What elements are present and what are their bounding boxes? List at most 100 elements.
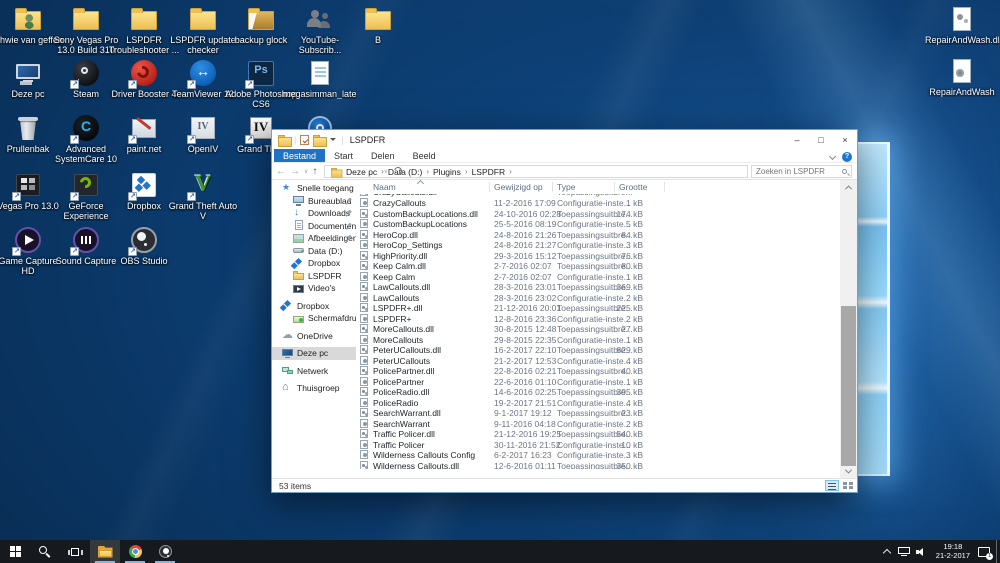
file-row[interactable]: MoreCallouts 29-8-2015 22:35 Configuratie-… bbox=[356, 334, 840, 346]
up-icon[interactable]: ↑ bbox=[312, 166, 317, 177]
nav-item-downloads[interactable]: Downloads bbox=[272, 207, 356, 220]
details-view-button[interactable] bbox=[825, 480, 839, 491]
vertical-scrollbar[interactable] bbox=[840, 180, 857, 478]
taskbar-taskview-button[interactable] bbox=[60, 540, 90, 563]
taskbar-chrome-button[interactable] bbox=[120, 540, 150, 563]
nav-item-lspdfr[interactable]: LSPDFR bbox=[272, 270, 356, 283]
breadcrumb-item-deze-pc[interactable]: Deze pc bbox=[344, 167, 379, 177]
file-row[interactable]: LSPDFR+.dll 21-12-2016 20:01 Toepassingsui… bbox=[356, 303, 840, 314]
file-modified-date: 21-2-2017 12:53 bbox=[494, 355, 557, 366]
file-row[interactable]: Wilderness Callouts.dll 12-6-2016 01:11 To… bbox=[356, 460, 840, 469]
scrollbar-thumb[interactable] bbox=[841, 306, 856, 466]
taskbar-search-button[interactable] bbox=[30, 540, 60, 563]
file-row[interactable]: Keep Calm.dll 2-7-2016 02:07 Toepassingsui… bbox=[356, 261, 840, 272]
column-divider[interactable] bbox=[614, 182, 615, 192]
ribbon-tab-start[interactable]: Start bbox=[325, 149, 362, 162]
file-row[interactable]: Keep Calm 2-7-2016 02:07 Configuratie-inst… bbox=[356, 271, 840, 283]
file-row[interactable]: PoliceRadio 19-2-2017 21:51 Configuratie-i… bbox=[356, 397, 840, 409]
file-row[interactable]: MoreCallouts.dll 30-8-2015 12:48 Toepassin… bbox=[356, 324, 840, 335]
column-divider[interactable] bbox=[664, 182, 665, 192]
file-row[interactable]: PoliceRadio.dll 14-6-2016 02:25 Toepassing… bbox=[356, 387, 840, 398]
desktop-icon-repairandwash[interactable]: RepairAndWash bbox=[925, 57, 999, 97]
file-row[interactable]: PeterUCallouts 21-2-2017 12:53 Configurati… bbox=[356, 355, 840, 367]
nav-item-thuisgroep[interactable]: Thuisgroep bbox=[272, 381, 356, 395]
taskbar-explorer-button[interactable] bbox=[90, 540, 120, 563]
file-row[interactable]: CustomBackupLocations.dll 24-10-2016 02:2… bbox=[356, 208, 840, 220]
nav-item-documenten[interactable]: Documenten bbox=[272, 220, 356, 233]
file-row[interactable]: PolicePartner 22-6-2016 01:10 Configuratie… bbox=[356, 376, 840, 388]
file-row[interactable]: CrazyCallouts 11-2-2016 17:09 Configuratie… bbox=[356, 198, 840, 209]
nav-item-snelle-toegang[interactable]: Snelle toegang bbox=[272, 182, 356, 195]
taskbar-obs-button[interactable] bbox=[150, 540, 180, 563]
column-header-grootte[interactable]: Grootte bbox=[619, 182, 647, 192]
close-button[interactable]: × bbox=[833, 130, 857, 149]
maximize-button[interactable]: □ bbox=[809, 130, 833, 149]
forward-icon[interactable]: → bbox=[290, 166, 300, 177]
nav-item-data-d[interactable]: Data (D:) bbox=[272, 245, 356, 258]
column-header-type[interactable]: Type bbox=[557, 182, 575, 192]
recent-locations-chevron-icon[interactable]: ∨ bbox=[304, 168, 308, 175]
nav-item-afbeeldingen[interactable]: Afbeeldingen bbox=[272, 232, 356, 245]
desktop-icon-megasimman-late[interactable]: megasimman_late... bbox=[283, 59, 357, 99]
file-row[interactable]: LawCallouts 28-3-2016 23:02 Configuratie-i… bbox=[356, 292, 840, 304]
file-row[interactable]: PeterUCallouts.dll 16-2-2017 22:10 Toepass… bbox=[356, 345, 840, 356]
file-name: LSPDFR+ bbox=[373, 313, 412, 324]
ribbon-collapse-chevron-icon[interactable] bbox=[828, 152, 837, 160]
ribbon-tab-bestand[interactable]: Bestand bbox=[274, 149, 326, 162]
nav-item-deze-pc[interactable]: Deze pc bbox=[272, 347, 356, 360]
desktop-icon-grand-theft-auto-v[interactable]: Grand Theft Auto V bbox=[166, 171, 240, 221]
nav-item-video-s[interactable]: Video's bbox=[272, 282, 356, 295]
search-input[interactable] bbox=[752, 166, 851, 177]
properties-icon[interactable] bbox=[300, 134, 310, 145]
desktop-icon-obs-studio[interactable]: OBS Studio bbox=[107, 226, 181, 266]
icons-view-button[interactable] bbox=[841, 480, 855, 491]
column-header-gewijzigd-op[interactable]: Gewijzigd op bbox=[494, 182, 543, 192]
nav-item-netwerk[interactable]: Netwerk bbox=[272, 365, 356, 378]
nav-item-schermafdrukken[interactable]: Schermafdrukken bbox=[272, 312, 356, 325]
file-row[interactable]: LSPDFR+ 12-8-2016 23:36 Configuratie-inste… bbox=[356, 313, 840, 325]
tray-expand-icon[interactable] bbox=[882, 548, 892, 557]
file-row[interactable]: SearchWarrant 9-11-2016 04:18 Configuratie… bbox=[356, 418, 840, 430]
search-icon bbox=[842, 169, 847, 174]
network-icon[interactable] bbox=[897, 546, 910, 557]
column-divider[interactable] bbox=[489, 182, 490, 192]
column-header-naam[interactable]: Naam bbox=[373, 182, 396, 192]
file-row[interactable]: Wilderness Callouts Config 6-2-2017 16:23… bbox=[356, 450, 840, 461]
file-row[interactable]: Traffic Policer.dll 21-12-2016 19:25 Toepa… bbox=[356, 429, 840, 440]
file-row[interactable]: SearchWarrant.dll 9-1-2017 19:12 Toepassin… bbox=[356, 408, 840, 419]
nav-item-bureaublad[interactable]: Bureaublad bbox=[272, 195, 356, 208]
nav-item-dropbox[interactable]: Dropbox bbox=[272, 257, 356, 270]
help-icon[interactable]: ? bbox=[842, 152, 852, 162]
breadcrumb-item-plugins[interactable]: Plugins bbox=[431, 167, 463, 177]
file-row[interactable]: LawCallouts.dll 28-3-2016 23:01 Toepassing… bbox=[356, 282, 840, 293]
desktop-icon-repairandwash-dll[interactable]: RepairAndWash.dll bbox=[925, 5, 999, 45]
breadcrumb-item-lspdfr[interactable]: LSPDFR bbox=[470, 167, 508, 177]
file-row[interactable]: PolicePartner.dll 22-8-2016 02:21 Toepassi… bbox=[356, 366, 840, 377]
taskbar-clock[interactable]: 19:18 21-2-2017 bbox=[936, 542, 970, 560]
column-divider[interactable] bbox=[552, 182, 553, 192]
nav-item-onedrive[interactable]: OneDrive bbox=[272, 328, 356, 343]
desktop-icon-b[interactable]: B bbox=[341, 5, 415, 45]
new-folder-icon[interactable] bbox=[313, 134, 328, 147]
volume-icon[interactable] bbox=[915, 547, 928, 557]
file-modified-date: 29-8-2015 22:35 bbox=[494, 334, 557, 345]
action-center-icon[interactable]: 1 bbox=[978, 546, 993, 560]
refresh-icon[interactable] bbox=[392, 165, 404, 177]
scroll-up-icon[interactable] bbox=[840, 180, 857, 194]
ribbon-tab-beeld[interactable]: Beeld bbox=[404, 149, 445, 162]
qat-customize-chevron-icon[interactable] bbox=[330, 138, 337, 141]
back-icon[interactable]: ← bbox=[276, 166, 286, 177]
address-dropdown-chevron-icon[interactable]: ∨ bbox=[384, 168, 388, 175]
taskbar-start-button[interactable] bbox=[0, 540, 30, 563]
file-row[interactable]: Traffic Policer 30-11-2016 21:52 Configura… bbox=[356, 439, 840, 451]
file-row[interactable]: CustomBackupLocations 25-5-2016 08:19 Conf… bbox=[356, 219, 840, 230]
show-desktop-button[interactable] bbox=[996, 540, 1000, 563]
file-row[interactable]: HeroCop.dll 24-8-2016 21:26 Toepassingsuit… bbox=[356, 229, 840, 241]
scroll-down-icon[interactable] bbox=[840, 464, 857, 478]
file-row[interactable]: HighPriority.dll 29-3-2016 15:12 Toepassin… bbox=[356, 250, 840, 262]
title-bar[interactable]: | | LSPDFR – □ × bbox=[272, 130, 857, 149]
file-row[interactable]: HeroCop_Settings 24-8-2016 21:27 Configura… bbox=[356, 240, 840, 251]
ribbon-tab-delen[interactable]: Delen bbox=[362, 149, 404, 162]
minimize-button[interactable]: – bbox=[785, 130, 809, 149]
nav-item-dropbox[interactable]: Dropbox bbox=[272, 300, 356, 313]
